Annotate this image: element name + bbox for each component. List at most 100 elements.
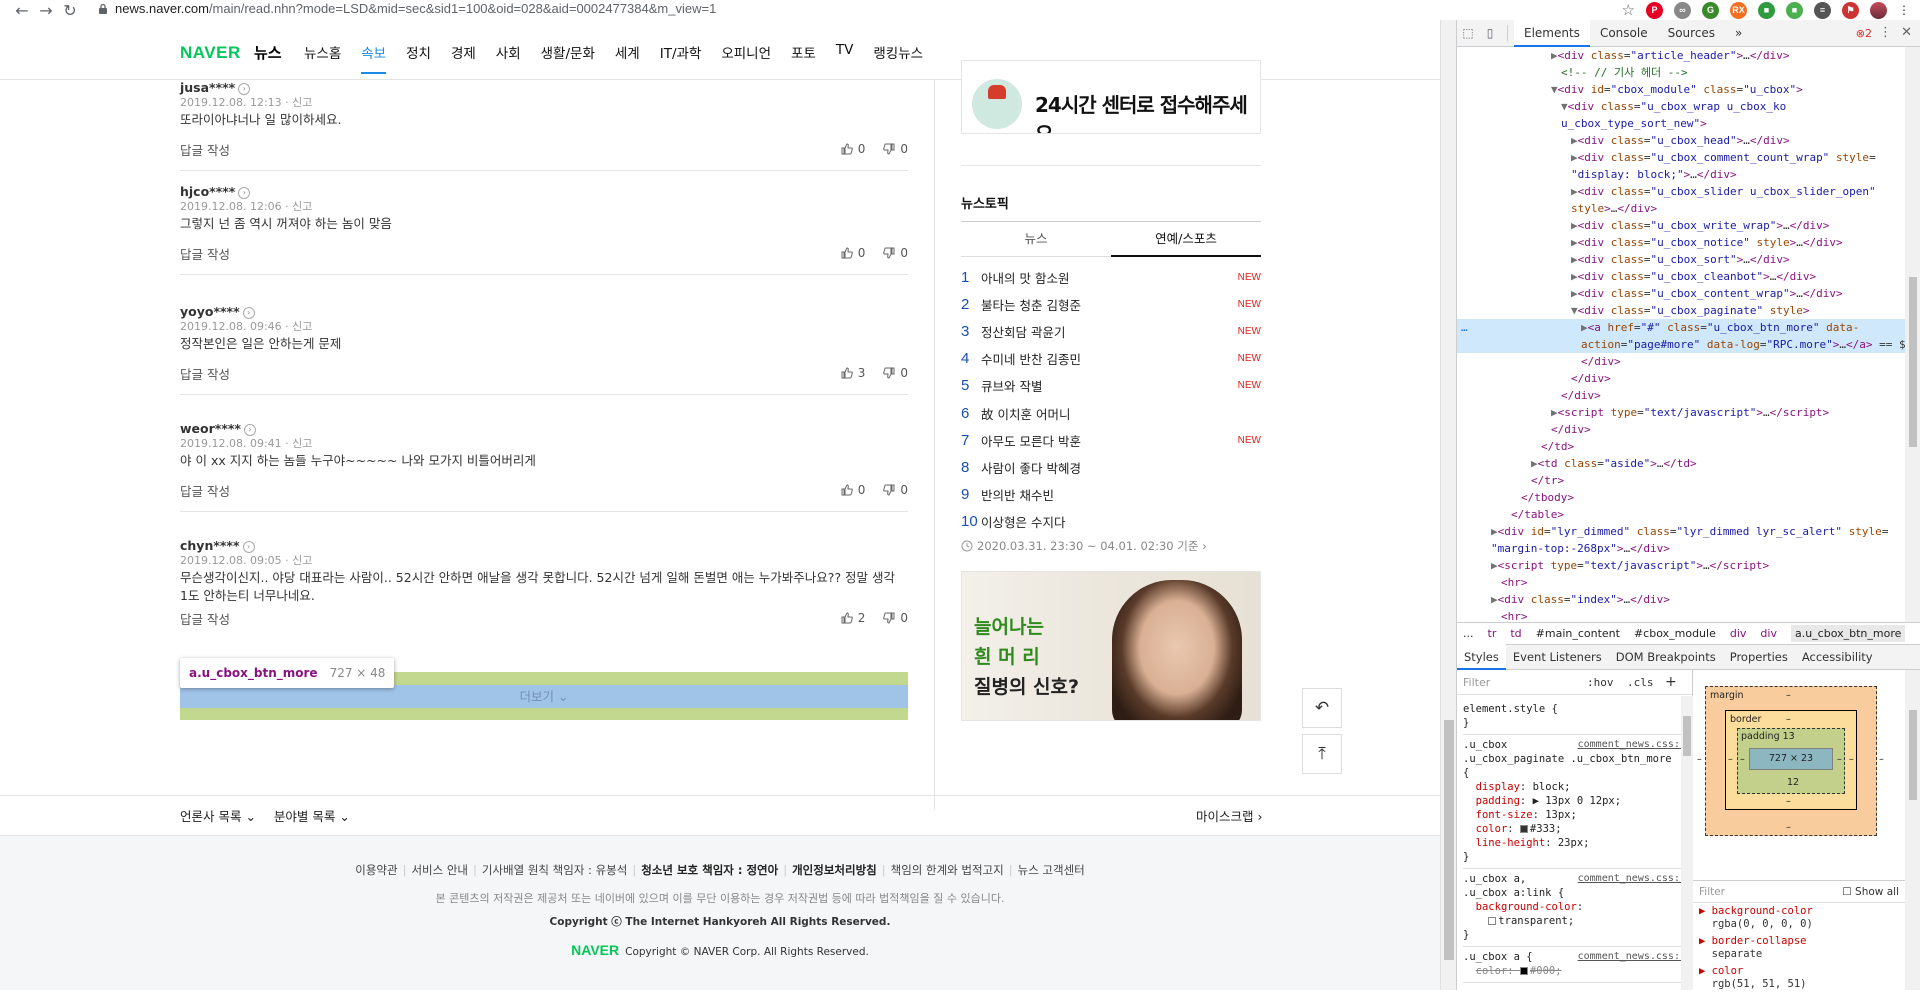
dom-node-line[interactable]: "margin-top:-268px">…</div>: [1457, 540, 1905, 557]
back-arrow-icon[interactable]: ←: [10, 0, 34, 20]
topic-rank-item[interactable]: 8 사람이 좋다 박혜경: [961, 456, 1261, 478]
dom-node-line[interactable]: ▼<div class="u_cbox_wrap u_cbox_ko: [1457, 98, 1905, 115]
topic-tab[interactable]: 뉴스: [961, 222, 1111, 257]
reply-button[interactable]: 답글 작성: [180, 609, 230, 628]
breadcrumb-item[interactable]: tr: [1488, 627, 1497, 640]
node-actions-icon[interactable]: …: [1461, 319, 1468, 336]
dom-node-line[interactable]: ▶<div id="lyr_dimmed" class="lyr_dimmed …: [1457, 523, 1905, 540]
topic-tab[interactable]: 연예/스포츠: [1111, 222, 1261, 257]
comment-username[interactable]: yoyo**** ›: [180, 304, 255, 319]
close-icon[interactable]: ✕: [1901, 25, 1912, 40]
my-scrap-link[interactable]: 마이스크랩 ›: [1196, 806, 1262, 825]
dom-node-line[interactable]: </table>: [1457, 506, 1905, 523]
gnb-menu-item[interactable]: 오피니언: [721, 42, 771, 62]
topic-rank-item[interactable]: 1 아내의 맛 함소원 NEW: [961, 266, 1261, 288]
computed-property[interactable]: ▶ border-collapse separate: [1693, 933, 1905, 963]
cls-toggle[interactable]: .cls: [1627, 676, 1654, 689]
naver-logo[interactable]: NAVER: [180, 43, 241, 63]
gnb-menu-item[interactable]: TV: [836, 42, 853, 62]
devtools-tab[interactable]: »: [1725, 20, 1752, 47]
styles-subtab[interactable]: Accessibility: [1795, 644, 1880, 670]
devtools-tab[interactable]: Elements: [1514, 19, 1590, 47]
dom-node-line[interactable]: </div>: [1457, 421, 1905, 438]
upvote-button[interactable]: 3: [841, 366, 865, 380]
breadcrumb-item[interactable]: td: [1510, 627, 1521, 640]
dom-node-line[interactable]: </tr>: [1457, 472, 1905, 489]
report-banner[interactable]: 24시간 센터로 접수해주세요: [961, 60, 1261, 134]
gnb-menu-item[interactable]: 랭킹뉴스: [873, 42, 923, 62]
downvote-button[interactable]: 0: [883, 142, 908, 156]
dom-node-line[interactable]: ▶<div class="u_cbox_cleanbot">…</div>: [1457, 268, 1905, 285]
dom-scroll-thumb[interactable]: [1909, 277, 1917, 447]
comment-username[interactable]: chyn**** ›: [180, 538, 255, 553]
breadcrumb-item[interactable]: div: [1730, 627, 1747, 640]
breadcrumb-item[interactable]: #main_content: [1536, 627, 1620, 640]
upvote-button[interactable]: 0: [841, 142, 865, 156]
dom-node-line[interactable]: ▶<div class="index">…</div>: [1457, 591, 1905, 608]
error-count-badge[interactable]: ⊗2: [1856, 27, 1872, 40]
computed-filter[interactable]: Filter ☐ Show all: [1693, 881, 1905, 903]
dom-node-line[interactable]: </tbody>: [1457, 489, 1905, 506]
gnb-menu-item[interactable]: IT/과학: [660, 42, 702, 62]
address-bar[interactable]: news.naver.com/main/read.nhn?mode=LSD&mi…: [115, 0, 716, 20]
gnb-menu-item[interactable]: 세계: [615, 42, 640, 62]
ext-flag-icon[interactable]: ⚑: [1842, 1, 1859, 19]
computed-filter-input[interactable]: Filter: [1699, 886, 1725, 898]
dom-node-line[interactable]: "display: block;">…</div>: [1457, 166, 1905, 183]
reply-button[interactable]: 답글 작성: [180, 244, 230, 263]
footer-link[interactable]: 서비스 안내: [411, 863, 468, 877]
dom-node-line[interactable]: ▶<div class="u_cbox_content_wrap">…</div…: [1457, 285, 1905, 302]
ext-green-icon[interactable]: G: [1702, 1, 1719, 19]
topic-rank-item[interactable]: 7 아무도 모른다 박훈 NEW: [961, 429, 1261, 451]
dom-node-line[interactable]: ▶<div class="u_cbox_write_wrap">…</div>: [1457, 217, 1905, 234]
devtools-tab[interactable]: Console: [1590, 20, 1658, 47]
reply-button[interactable]: 답글 작성: [180, 364, 230, 383]
dom-node-line[interactable]: <hr>: [1457, 608, 1905, 622]
breadcrumb-item[interactable]: a.u_cbox_btn_more: [1790, 625, 1906, 642]
gnb-menu-item[interactable]: 정치: [406, 42, 431, 62]
breadcrumb-item[interactable]: #cbox_module: [1634, 627, 1716, 640]
gnb-menu-item[interactable]: 생활/문화: [541, 42, 595, 62]
dom-node-line[interactable]: <hr>: [1457, 574, 1905, 591]
footer-link[interactable]: 뉴스 고객센터: [1018, 863, 1085, 877]
computed-property[interactable]: ▶ background-color rgba(0, 0, 0, 0): [1693, 903, 1905, 933]
devtools-tab[interactable]: Sources: [1658, 20, 1725, 47]
forward-arrow-icon[interactable]: →: [34, 0, 58, 20]
topic-rank-item[interactable]: 6 故 이치훈 어머니: [961, 402, 1261, 424]
ext-rx-icon[interactable]: RX: [1730, 1, 1747, 19]
reload-icon[interactable]: ↻: [58, 0, 82, 20]
styles-subtab[interactable]: Event Listeners: [1506, 644, 1609, 670]
gnb-menu-item[interactable]: 속보: [361, 42, 386, 74]
styles-filter[interactable]: Filter :hov .cls +: [1457, 670, 1692, 695]
upvote-button[interactable]: 0: [841, 246, 865, 260]
new-rule-icon[interactable]: +: [1665, 674, 1677, 690]
dom-node-line[interactable]: action="page#more" data-log="RPC.more">……: [1457, 336, 1905, 353]
dom-node-line[interactable]: ▶<div class="article_header">…</div>: [1457, 47, 1905, 64]
devtools-right-scrollbar[interactable]: [1905, 670, 1920, 990]
comment-username[interactable]: jusa**** ›: [180, 80, 251, 95]
topic-rank-item[interactable]: 5 큐브와 작별 NEW: [961, 375, 1261, 397]
page-scroll-thumb[interactable]: [1444, 720, 1454, 960]
footer-link[interactable]: 책임의 한계와 법적고지: [891, 863, 1004, 877]
pinterest-icon[interactable]: P: [1646, 1, 1663, 19]
gnb-menu-item[interactable]: 포토: [791, 42, 816, 62]
reply-button[interactable]: 답글 작성: [180, 140, 230, 159]
topic-rank-item[interactable]: 9 반의반 채수빈: [961, 484, 1261, 506]
breadcrumb-item[interactable]: ...: [1463, 627, 1474, 640]
downvote-button[interactable]: 0: [883, 366, 908, 380]
ext-green3-icon[interactable]: ■: [1786, 1, 1803, 19]
show-all-checkbox[interactable]: ☐ Show all: [1842, 886, 1899, 898]
inspect-element-icon[interactable]: ⬚: [1457, 20, 1479, 47]
gnb-menu-item[interactable]: 뉴스홈: [304, 42, 341, 62]
go-back-icon[interactable]: ↶: [1302, 688, 1342, 728]
hov-toggle[interactable]: :hov: [1587, 676, 1614, 689]
dom-node-line[interactable]: </div>: [1457, 387, 1905, 404]
dom-node-line[interactable]: style>…</div>: [1457, 200, 1905, 217]
topic-rank-item[interactable]: 10 이상형은 수지다: [961, 511, 1261, 533]
styles-scroll-thumb[interactable]: [1683, 716, 1691, 756]
gnb-menu-item[interactable]: 경제: [451, 42, 476, 62]
category-list-link[interactable]: 분야별 목록 ⌄: [274, 806, 350, 825]
more-comments-button[interactable]: 더보기 ⌄: [180, 685, 908, 708]
footer-link[interactable]: 청소년 보호 책임자 : 정연아: [641, 863, 778, 877]
dom-node-line[interactable]: ▶<script type="text/javascript">…</scrip…: [1457, 404, 1905, 421]
